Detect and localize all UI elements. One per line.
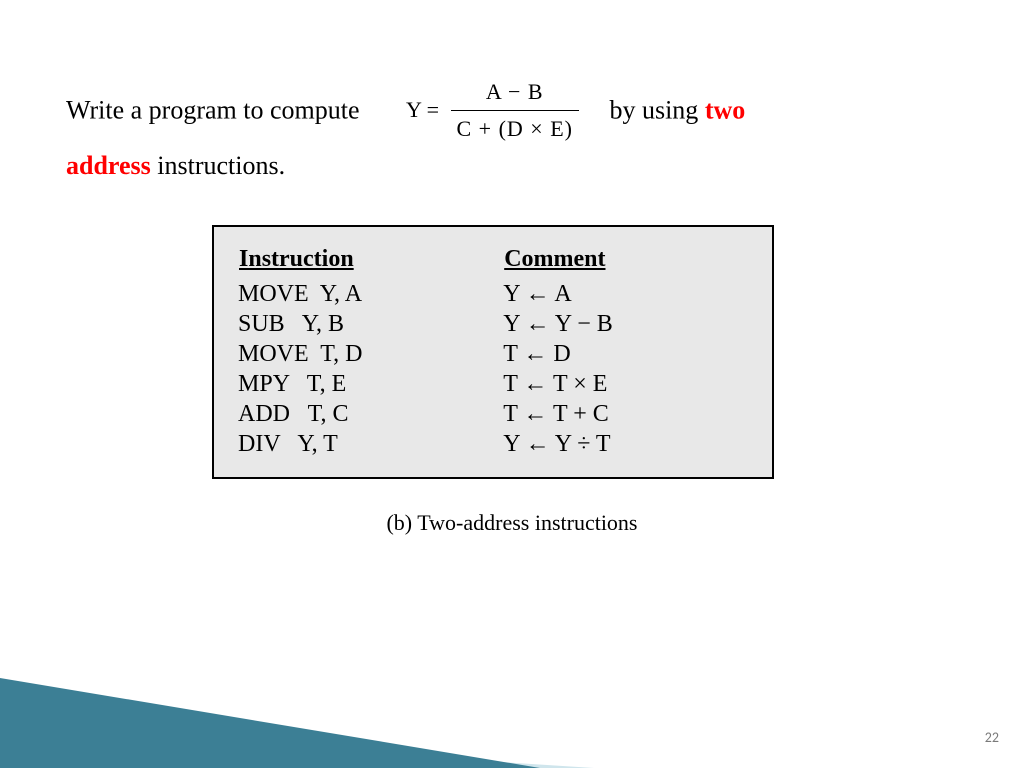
prompt-red-address: address: [66, 151, 151, 180]
table-row: ADD T, CT ← T + C: [238, 399, 748, 429]
instruction-table: Instruction Comment MOVE Y, AY ← ASUB Y,…: [238, 245, 748, 459]
cell-comment: Y ← Y ÷ T: [503, 429, 748, 459]
table-row: SUB Y, BY ← Y − B: [238, 309, 748, 339]
prompt-by-using: by using: [609, 95, 704, 124]
formula-lhs: Y =: [406, 97, 439, 122]
table-row: DIV Y, TY ← Y ÷ T: [238, 429, 748, 459]
header-instruction: Instruction: [238, 245, 503, 279]
table-header-row: Instruction Comment: [238, 245, 748, 279]
cell-comment: T ← T × E: [503, 369, 748, 399]
wedge-teal: [0, 668, 600, 768]
formula: Y = A − B C + (D × E): [406, 76, 579, 145]
cell-instruction: MPY T, E: [238, 369, 503, 399]
cell-comment: T ← T + C: [503, 399, 748, 429]
figure-caption: (b) Two-address instructions: [0, 510, 1024, 536]
cell-instruction: ADD T, C: [238, 399, 503, 429]
cell-comment: T ← D: [503, 339, 748, 369]
page-number: 22: [985, 729, 999, 746]
wedge-dark: [0, 728, 660, 768]
cell-comment: Y ← Y − B: [503, 309, 748, 339]
slide: Write a program to compute Y = A − B C +…: [0, 0, 1024, 768]
table-row: MPY T, ET ← T × E: [238, 369, 748, 399]
prompt-tail: instructions.: [151, 151, 285, 180]
formula-denominator: C + (D × E): [451, 111, 579, 145]
cell-instruction: SUB Y, B: [238, 309, 503, 339]
formula-numerator: A − B: [451, 76, 579, 111]
formula-fraction: A − B C + (D × E): [451, 76, 579, 145]
cell-instruction: MOVE T, D: [238, 339, 503, 369]
prompt-red-two: two: [705, 95, 745, 124]
decorative-wedge: [0, 618, 1024, 768]
cell-instruction: MOVE Y, A: [238, 279, 503, 309]
table-row: MOVE Y, AY ← A: [238, 279, 748, 309]
prompt-text: Write a program to compute Y = A − B C +…: [66, 78, 966, 184]
cell-comment: Y ← A: [503, 279, 748, 309]
prompt-part1: Write a program to compute: [66, 95, 360, 124]
header-comment: Comment: [503, 245, 748, 279]
table-row: MOVE T, DT ← D: [238, 339, 748, 369]
instruction-table-box: Instruction Comment MOVE Y, AY ← ASUB Y,…: [212, 225, 774, 479]
cell-instruction: DIV Y, T: [238, 429, 503, 459]
wedge-light: [0, 728, 750, 768]
